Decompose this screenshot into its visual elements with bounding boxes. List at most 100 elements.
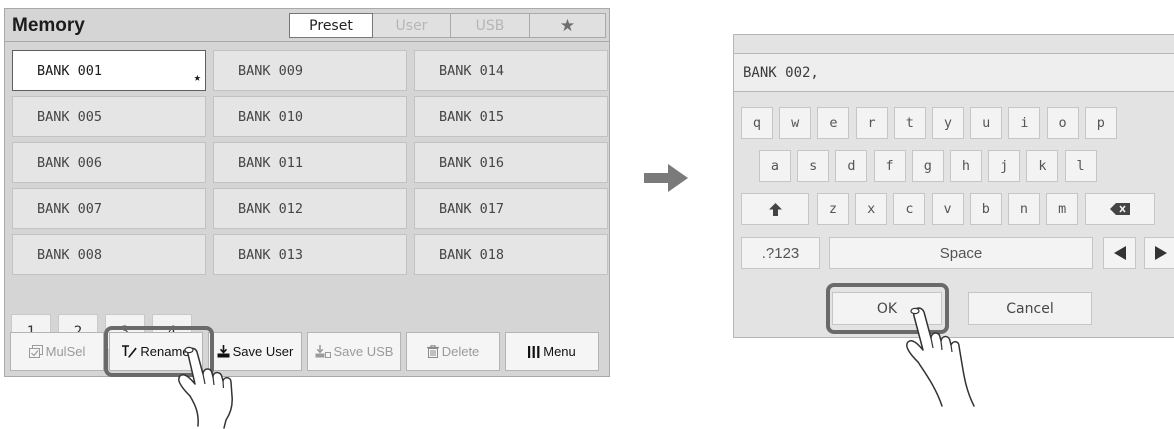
bank-label: BANK 011: [238, 154, 304, 171]
arrow-left-icon: [1113, 246, 1126, 260]
space-key[interactable]: Space: [829, 237, 1093, 269]
shift-key[interactable]: [741, 193, 809, 225]
divider: [5, 41, 609, 42]
key-n[interactable]: n: [1008, 193, 1040, 225]
rename-label: Rename: [140, 344, 190, 359]
key-b[interactable]: b: [969, 193, 1002, 225]
key-w[interactable]: w: [779, 107, 812, 139]
bank-label: BANK 016: [439, 154, 505, 171]
tab-user[interactable]: User: [372, 13, 451, 38]
menu-button[interactable]: Menu: [505, 332, 599, 371]
bank-slot[interactable]: BANK 017: [414, 188, 608, 229]
key-y[interactable]: y: [932, 107, 964, 139]
bank-label: BANK 009: [238, 62, 304, 79]
key-v[interactable]: v: [931, 193, 964, 225]
key-z[interactable]: z: [817, 193, 849, 225]
rename-button[interactable]: Rename: [109, 332, 203, 371]
key-g[interactable]: g: [911, 150, 944, 182]
backspace-icon: [1110, 203, 1130, 215]
menu-label: Menu: [543, 344, 576, 359]
bank-label: BANK 005: [37, 108, 103, 125]
tab-favorites[interactable]: ★: [529, 13, 606, 38]
key-f[interactable]: f: [873, 150, 906, 182]
bottom-toolbar: MulSel Rename Save User Save USB Delete …: [10, 332, 599, 371]
delete-button[interactable]: Delete: [406, 332, 500, 371]
tab-usb[interactable]: USB: [450, 13, 530, 38]
bank-grid: BANK 001 ★ BANK 009 BANK 014 BANK 005 BANK 01…: [12, 50, 609, 275]
save-usb-label: Save USB: [333, 344, 394, 359]
bank-label: BANK 007: [37, 200, 103, 217]
trash-icon: [426, 345, 439, 358]
bank-slot[interactable]: BANK 013: [213, 234, 407, 275]
mulsel-label: MulSel: [45, 344, 86, 359]
keyboard-panel: BANK 002, q w e r t y u i o p a s d f g h j k l z x c v b n m .?12…: [733, 34, 1174, 338]
key-e[interactable]: e: [817, 107, 850, 139]
bank-slot[interactable]: BANK 016: [414, 142, 608, 183]
tab-preset[interactable]: Preset: [289, 13, 373, 38]
cursor-right-key[interactable]: [1144, 237, 1174, 269]
delete-label: Delete: [441, 344, 480, 359]
key-j[interactable]: j: [988, 150, 1021, 182]
mulsel-button[interactable]: MulSel: [10, 332, 104, 371]
bank-label: BANK 010: [238, 108, 304, 125]
key-m[interactable]: m: [1046, 193, 1079, 225]
bank-slot[interactable]: BANK 005: [12, 96, 206, 137]
bank-slot[interactable]: BANK 008: [12, 234, 206, 275]
bank-label: BANK 017: [439, 200, 505, 217]
save-usb-icon: [315, 345, 331, 358]
cancel-button[interactable]: Cancel: [968, 292, 1092, 325]
bank-label: BANK 012: [238, 200, 304, 217]
key-o[interactable]: o: [1046, 107, 1079, 139]
bank-slot[interactable]: BANK 010: [213, 96, 407, 137]
rename-pencil-icon: [122, 345, 138, 358]
panel-title: Memory: [12, 15, 85, 36]
save-user-icon: [217, 345, 230, 358]
key-a[interactable]: a: [759, 150, 791, 182]
key-r[interactable]: r: [855, 107, 888, 139]
bank-label: BANK 018: [439, 246, 505, 263]
memory-tab-bar: Preset User USB ★: [289, 13, 606, 38]
arrow-right-icon: [1154, 246, 1167, 260]
star-icon: ★: [559, 15, 576, 36]
name-input-value: BANK 002,: [743, 64, 819, 81]
key-h[interactable]: h: [950, 150, 982, 182]
key-c[interactable]: c: [893, 193, 926, 225]
save-user-button[interactable]: Save User: [208, 332, 302, 371]
backspace-key[interactable]: [1085, 193, 1155, 225]
save-usb-button[interactable]: Save USB: [307, 332, 401, 371]
bank-slot[interactable]: BANK 007: [12, 188, 206, 229]
bank-label: BANK 006: [37, 154, 103, 171]
bank-slot[interactable]: BANK 015: [414, 96, 608, 137]
bank-slot[interactable]: BANK 014: [414, 50, 608, 91]
key-x[interactable]: x: [855, 193, 888, 225]
memory-panel: Memory Preset User USB ★ BANK 001 ★ BANK 0…: [4, 8, 610, 377]
key-u[interactable]: u: [970, 107, 1003, 139]
bank-slot[interactable]: BANK 009: [213, 50, 407, 91]
arrow-right-icon: [644, 164, 688, 192]
key-t[interactable]: t: [893, 107, 926, 139]
ok-button[interactable]: OK: [832, 292, 942, 325]
favorite-star-icon: ★: [193, 70, 201, 84]
key-l[interactable]: l: [1064, 150, 1097, 182]
key-d[interactable]: d: [835, 150, 868, 182]
cursor-left-key[interactable]: [1103, 237, 1136, 269]
multi-select-icon: [28, 345, 43, 358]
bank-slot[interactable]: BANK 018: [414, 234, 608, 275]
bank-label: BANK 013: [238, 246, 304, 263]
bank-slot[interactable]: BANK 011: [213, 142, 407, 183]
key-p[interactable]: p: [1084, 107, 1117, 139]
name-input-field[interactable]: BANK 002,: [734, 53, 1174, 92]
key-k[interactable]: k: [1026, 150, 1059, 182]
bank-label: BANK 008: [37, 246, 103, 263]
shift-arrow-up-icon: [768, 202, 782, 216]
bank-slot[interactable]: BANK 001 ★: [12, 50, 206, 91]
key-s[interactable]: s: [797, 150, 830, 182]
bank-label: BANK 014: [439, 62, 505, 79]
menu-bars-icon: [528, 345, 540, 358]
bank-slot[interactable]: BANK 006: [12, 142, 206, 183]
key-q[interactable]: q: [741, 107, 773, 139]
bank-label: BANK 001: [37, 62, 103, 79]
key-i[interactable]: i: [1008, 107, 1041, 139]
bank-slot[interactable]: BANK 012: [213, 188, 407, 229]
symbols-key[interactable]: .?123: [741, 237, 820, 269]
